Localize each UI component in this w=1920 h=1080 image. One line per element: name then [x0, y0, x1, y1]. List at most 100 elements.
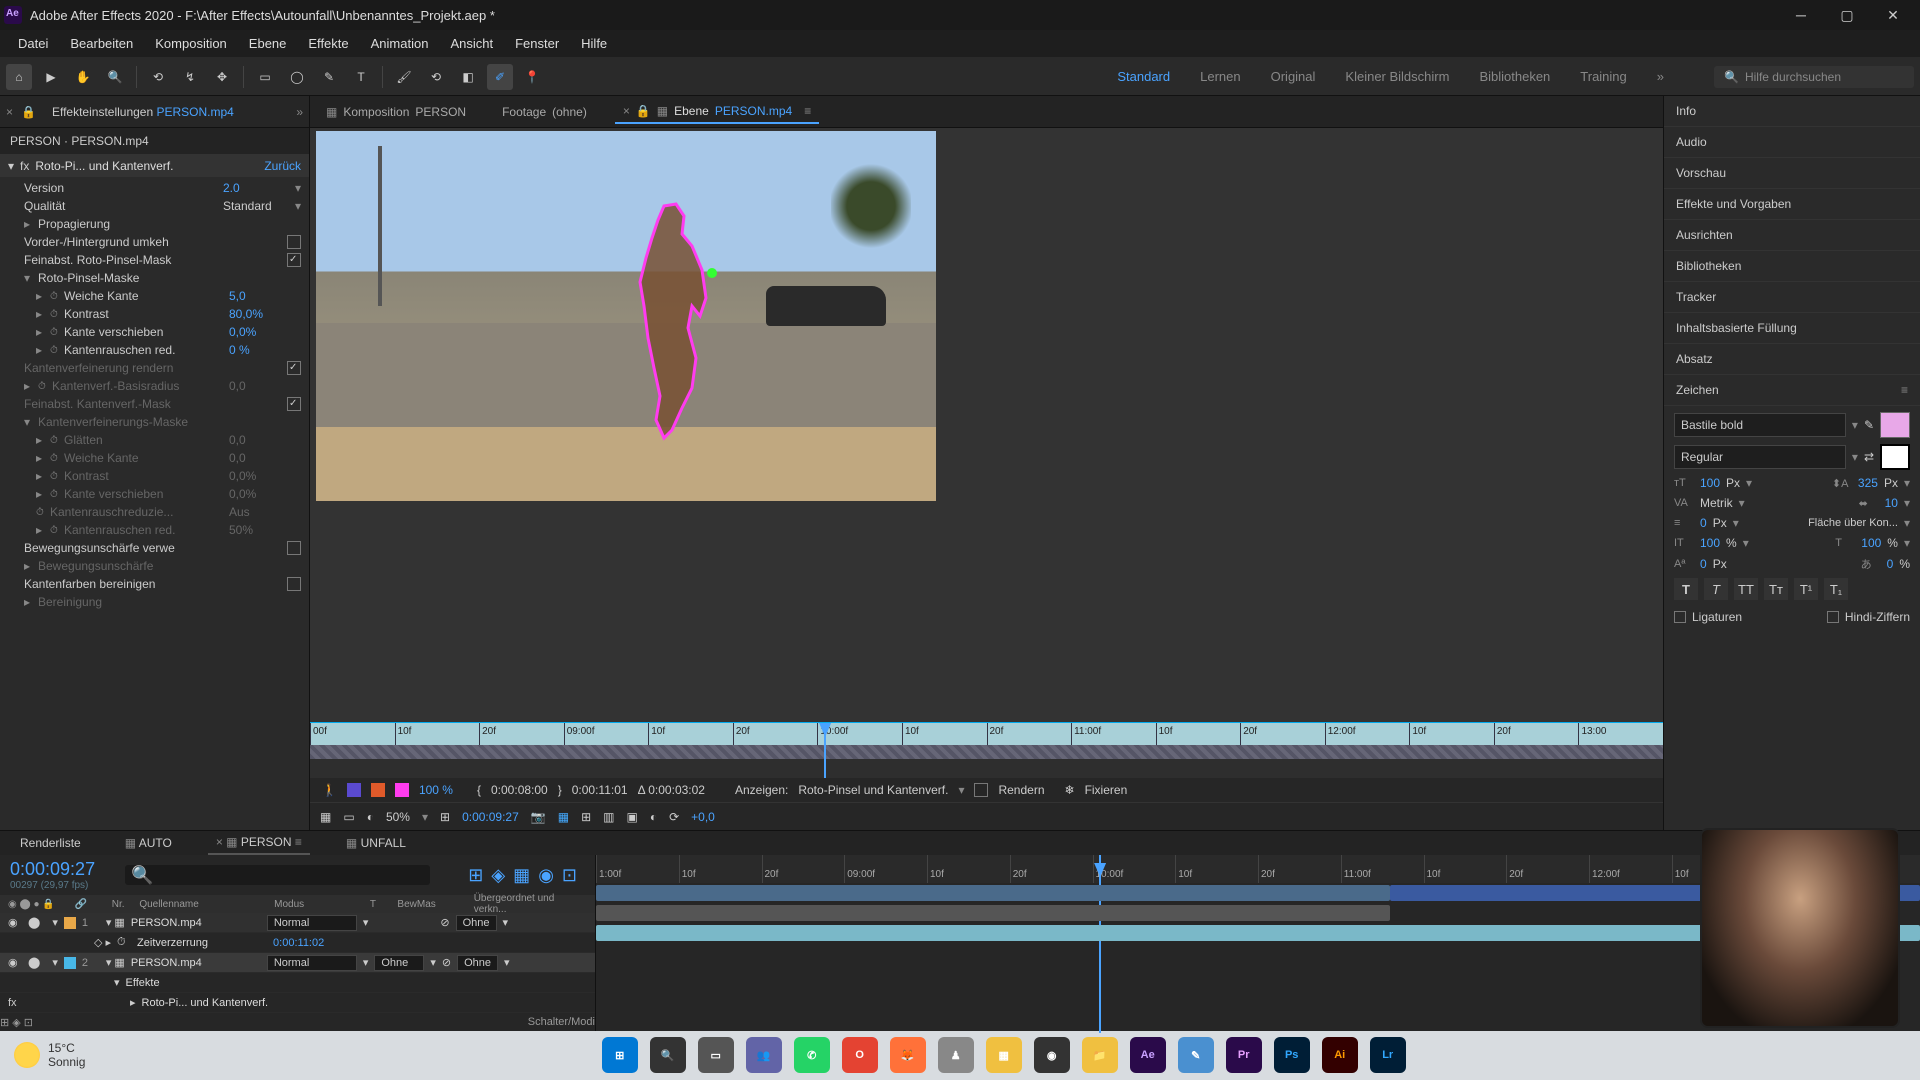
workspace-bibliotheken[interactable]: Bibliotheken [1479, 69, 1550, 84]
tab-layer[interactable]: ×🔒▦Ebene PERSON.mp4≡ [615, 100, 819, 124]
font-family-dropdown[interactable]: Bastile bold [1674, 413, 1846, 437]
panel-tracker[interactable]: Tracker [1664, 282, 1920, 313]
exposure-val[interactable]: +0,0 [691, 810, 715, 824]
invert-checkbox[interactable] [287, 235, 301, 249]
resolution-icon[interactable]: ⊞ [440, 810, 450, 824]
timeline-timecode[interactable]: 0:00:09:27 [10, 859, 95, 880]
layer-color-swatch[interactable] [64, 957, 76, 969]
prop-quality-val[interactable]: Standard [223, 199, 295, 213]
ruler-tick[interactable]: 11:00f [1341, 855, 1424, 883]
transparency-icon[interactable]: ◐ [650, 810, 657, 824]
puppet-tool[interactable]: 📍 [519, 64, 545, 90]
rectangle-tool[interactable]: ▭ [252, 64, 278, 90]
ruler-tick[interactable]: 09:00f [844, 855, 927, 883]
anchor-tool[interactable]: ✥ [209, 64, 235, 90]
panel-lock-icon[interactable]: 🔒 [21, 105, 36, 119]
selection-tool[interactable]: ▶ [38, 64, 64, 90]
workspace-lernen[interactable]: Lernen [1200, 69, 1240, 84]
tab-footage[interactable]: Footage (ohne) [494, 101, 595, 123]
fx-reset-link[interactable]: Zurück [264, 159, 301, 173]
roto-in-time[interactable]: 0:00:08:00 [491, 783, 548, 797]
roto-propagation-swatch[interactable] [347, 783, 361, 797]
panel-bibliotheken[interactable]: Bibliotheken [1664, 251, 1920, 282]
smallcaps-button[interactable]: Tᴛ [1764, 578, 1788, 600]
property-row[interactable]: ◇ ▸ ⏱ Zeitverzerrung 0:00:11:02 [0, 933, 595, 953]
stopwatch-icon[interactable]: ⏱ [50, 327, 64, 338]
parent-dropdown[interactable]: Ohne [457, 955, 498, 971]
panel-close-icon[interactable]: × [6, 105, 13, 119]
effect-name[interactable]: Roto-Pi... und Kantenverf. [142, 997, 272, 1009]
tab-unfall[interactable]: ▦ UNFALL [338, 832, 414, 854]
twirl-icon[interactable]: ▾ [24, 271, 38, 285]
parent-dropdown[interactable]: Ohne [456, 915, 497, 931]
panel-ausrichten[interactable]: Ausrichten [1664, 220, 1920, 251]
decon-checkbox[interactable] [287, 577, 301, 591]
fx-twirl-icon[interactable]: ▾ [8, 159, 14, 173]
stopwatch-icon[interactable]: ⏱ [50, 309, 64, 320]
app-icon[interactable]: ✎ [1178, 1037, 1214, 1073]
tab-person[interactable]: × ▦ PERSON ≡ [208, 831, 310, 855]
ruler-tick[interactable]: 1:00f [596, 855, 679, 883]
stopwatch-icon[interactable]: ⏱ [50, 291, 64, 302]
tl-tool-icon[interactable]: ◈ [491, 865, 505, 886]
ruler-tick[interactable]: 13:00 [1578, 723, 1663, 745]
tl-tool-icon[interactable]: ◉ [538, 865, 554, 886]
ruler-tick[interactable]: 20f [762, 855, 845, 883]
tab-auto[interactable]: ▦ AUTO [117, 832, 180, 854]
layer-bar[interactable] [596, 905, 1390, 921]
italic-button[interactable]: T [1704, 578, 1728, 600]
ellipse-tool[interactable]: ◯ [284, 64, 310, 90]
panel-audio[interactable]: Audio [1664, 127, 1920, 158]
app-icon[interactable]: ♟ [938, 1037, 974, 1073]
roto-freeze-swatch[interactable] [371, 783, 385, 797]
ruler-tick[interactable]: 20f [1240, 723, 1325, 745]
ruler-tick[interactable]: 11:00f [1071, 723, 1156, 745]
tl-tool-icon[interactable]: ▦ [513, 865, 530, 886]
timeline-playhead[interactable] [1099, 855, 1101, 1033]
menu-datei[interactable]: Datei [8, 32, 58, 55]
guides-icon[interactable]: ▥ [603, 810, 614, 824]
mini-playhead[interactable] [824, 723, 826, 778]
ruler-tick[interactable]: 10f [679, 855, 762, 883]
layer-row[interactable]: ◉⬤▾ 1▾ ▦ PERSON.mp4 Normal▾ ⊘Ohne▾ [0, 913, 595, 933]
menu-ansicht[interactable]: Ansicht [440, 32, 503, 55]
panel-vorschau[interactable]: Vorschau [1664, 158, 1920, 189]
layer-color-swatch[interactable] [64, 917, 76, 929]
prop-feather-val[interactable]: 5,0 [229, 289, 301, 303]
tsume-val[interactable]: 0 [1887, 557, 1894, 571]
explorer-app[interactable]: 📁 [1082, 1037, 1118, 1073]
fill-color-swatch[interactable] [1880, 412, 1910, 438]
ruler-tick[interactable]: 20f [1506, 855, 1589, 883]
tab-renderliste[interactable]: Renderliste [12, 832, 89, 854]
eyedropper-icon[interactable]: ✎ [1864, 418, 1874, 432]
font-size-val[interactable]: 100 [1700, 476, 1720, 490]
roto-stroke-swatch[interactable] [395, 783, 409, 797]
orbit-tool[interactable]: ⟲ [145, 64, 171, 90]
teams-app[interactable]: 👥 [746, 1037, 782, 1073]
tab-composition[interactable]: ▦Komposition PERSON [318, 101, 474, 123]
hscale-val[interactable]: 100 [1861, 536, 1881, 550]
after-effects-app[interactable]: Ae [1130, 1037, 1166, 1073]
blend-mode-dropdown[interactable]: Normal [267, 955, 357, 971]
ruler-tick[interactable]: 10f [1175, 855, 1258, 883]
menu-bearbeiten[interactable]: Bearbeiten [60, 32, 143, 55]
ruler-tick[interactable]: 20f [1010, 855, 1093, 883]
fx-name[interactable]: Roto-Pi... und Kantenverf. [35, 159, 173, 173]
ruler-tick[interactable]: 10f [395, 723, 480, 745]
clone-tool[interactable]: ⟲ [423, 64, 449, 90]
allcaps-button[interactable]: TT [1734, 578, 1758, 600]
tl-tool-icon[interactable]: ⊞ [468, 865, 483, 886]
panel-info[interactable]: Info [1664, 96, 1920, 127]
minimize-button[interactable]: ─ [1778, 0, 1824, 30]
menu-komposition[interactable]: Komposition [145, 32, 237, 55]
roto-freeze-label[interactable]: Fixieren [1085, 783, 1128, 797]
leading-val[interactable]: 325 [1858, 476, 1878, 490]
ruler-tick[interactable]: 20f [1494, 723, 1579, 745]
baseline-val[interactable]: 0 [1700, 557, 1707, 571]
ruler-tick[interactable]: 20f [1258, 855, 1341, 883]
swap-colors-icon[interactable]: ⇄ [1864, 450, 1874, 464]
ruler-tick[interactable]: 20f [479, 723, 564, 745]
ruler-tick[interactable]: 10f [902, 723, 987, 745]
ruler-tick[interactable]: 10:00f [817, 723, 902, 745]
roto-render-checkbox[interactable] [974, 783, 988, 797]
